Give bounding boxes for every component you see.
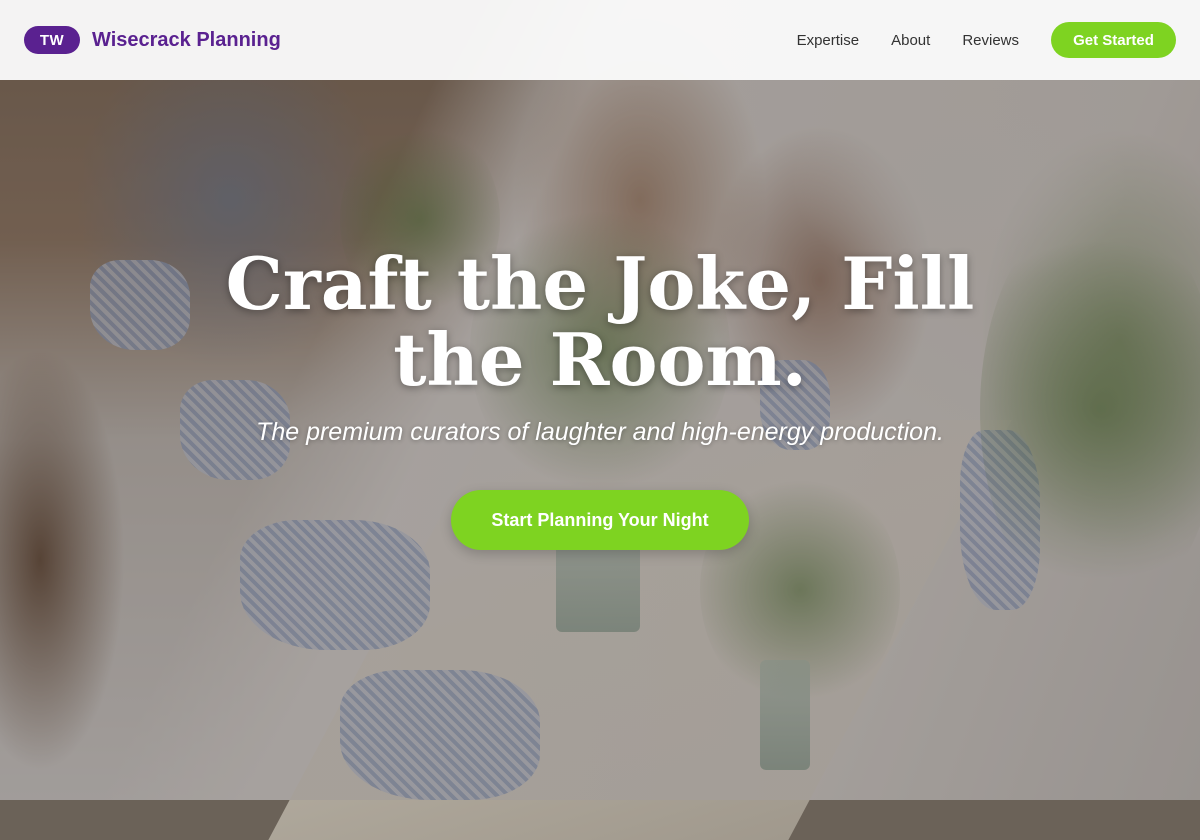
hero-title: Craft the Joke, Fill the Room. (225, 241, 975, 402)
hero-subtitle: The premium curators of laughter and hig… (256, 418, 944, 446)
start-planning-button[interactable]: Start Planning Your Night (451, 490, 749, 550)
hero-section: Craft the Joke, Fill the Room. The premi… (0, 0, 1200, 800)
